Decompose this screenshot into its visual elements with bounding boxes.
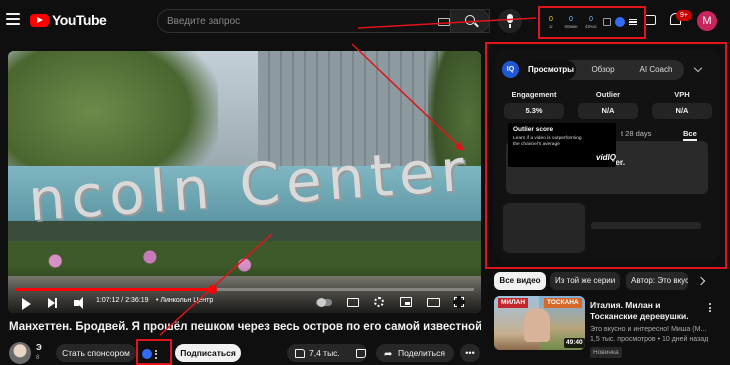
- more-actions-button[interactable]: •••: [460, 344, 480, 362]
- kebab-menu-icon[interactable]: [155, 349, 157, 359]
- tooltip-title: Outlier score: [513, 126, 554, 133]
- time-display: 1:07:12 / 2:36:19: [96, 297, 149, 304]
- period-all-tab[interactable]: Bce: [683, 129, 697, 141]
- channel-name[interactable]: Э: [36, 343, 42, 352]
- metric-value-vph: N/A: [652, 103, 712, 119]
- tab-views[interactable]: Просмотры: [526, 60, 576, 80]
- miniplayer-icon[interactable]: [400, 297, 412, 307]
- notifications-badge: 9+: [676, 10, 692, 21]
- vidiq-stat-label: 1г: [548, 23, 554, 29]
- subscribe-button[interactable]: Подписаться: [175, 344, 241, 362]
- search-box[interactable]: [157, 9, 490, 33]
- next-icon[interactable]: [48, 298, 57, 308]
- menu-icon[interactable]: [6, 13, 20, 25]
- recommendation-thumbnail[interactable]: МИЛАН ТОСКАНА 49:40: [494, 296, 585, 350]
- keyboard-icon[interactable]: [438, 18, 450, 26]
- metric-value-engagement: 5.3%: [504, 103, 564, 119]
- volume-icon[interactable]: [74, 297, 83, 309]
- chip-all-videos[interactable]: Все видео: [494, 272, 546, 290]
- tooltip-body: Learn if a video is outperforming the ch…: [513, 136, 582, 148]
- thumbs-up-icon: [295, 348, 305, 358]
- youtube-play-icon: [30, 13, 49, 27]
- vidiq-stat-label: 48час: [584, 23, 598, 29]
- metric-label-vph: VPH: [674, 90, 690, 99]
- recommendation-title[interactable]: Италия. Милан и Тосканские деревушки.: [590, 300, 702, 322]
- loading-skeleton-line: [591, 222, 701, 229]
- metric-label-engagement: Engagement: [511, 90, 557, 99]
- chevron-right-icon[interactable]: [696, 276, 706, 286]
- recommendation-stats: 1,5 тыс. просмотров • 10 дней назад: [590, 335, 708, 343]
- thumbnail-tag: МИЛАН: [498, 298, 529, 308]
- progress-bar[interactable]: [15, 285, 474, 294]
- vidiq-tool-icon[interactable]: [603, 18, 611, 26]
- vidiq-stat: 0 48час: [583, 15, 599, 30]
- autoplay-toggle[interactable]: [316, 298, 332, 307]
- fullscreen-icon[interactable]: [453, 296, 465, 308]
- period-selector[interactable]: t 28 days: [621, 129, 651, 138]
- video-title: Манхеттен. Бродвей. Я прошёл пешком чере…: [9, 321, 481, 333]
- vidiq-toolbar[interactable]: 0 1г 0 60мин 0 48час: [540, 8, 640, 36]
- chip-author[interactable]: Автор: Это вкус: [626, 272, 688, 290]
- outlier-tooltip: Outlier score Learn if a video is outper…: [508, 123, 616, 167]
- metric-value-outlier: N/A: [578, 103, 638, 119]
- vidiq-brand: vidIQ: [596, 153, 617, 162]
- vidiq-stat-label: 60мин: [564, 23, 578, 29]
- vidiq-panel-logo: IQ: [502, 61, 519, 78]
- tab-overview[interactable]: Обзор: [578, 60, 628, 80]
- chip-same-series[interactable]: Из той же серии: [550, 272, 620, 290]
- search-icon: [465, 15, 475, 25]
- youtube-logo[interactable]: YouTube: [30, 12, 107, 28]
- subtitles-icon[interactable]: [347, 298, 359, 307]
- account-avatar[interactable]: M: [697, 11, 717, 31]
- video-player[interactable]: ncoln Center 1:07:12 / 2:36:19 • Линколь…: [8, 51, 481, 313]
- like-count: 7,4 тыс.: [309, 348, 340, 358]
- chevron-down-icon[interactable]: [693, 63, 703, 73]
- vidiq-stat-value: 0: [549, 15, 553, 23]
- tab-ai-coach[interactable]: AI Coach: [630, 60, 682, 80]
- new-badge: Новинка: [590, 347, 622, 358]
- play-icon[interactable]: [22, 298, 31, 310]
- progress-fill: [15, 288, 213, 291]
- like-button[interactable]: 7,4 тыс.: [287, 344, 367, 362]
- sponsor-button[interactable]: Стать спонсором: [56, 344, 136, 362]
- recommendation-meta: Это вкусно и интересно! Миша (М... 1,5 т…: [590, 325, 708, 344]
- vidiq-stat: 0 60мин: [563, 15, 579, 30]
- vidiq-stat-value: 0: [589, 15, 593, 23]
- theater-mode-icon[interactable]: [427, 298, 440, 307]
- create-video-icon[interactable]: [644, 15, 656, 25]
- video-duration: 49:40: [564, 338, 585, 348]
- thumbnail-person: [524, 308, 550, 342]
- vidiq-menu-icon[interactable]: [629, 18, 637, 26]
- settings-gear-icon[interactable]: [374, 297, 384, 307]
- metric-label-outlier: Outlier: [595, 90, 621, 99]
- vidiq-logo-icon: [142, 349, 152, 359]
- channel-subscriber-count: 8: [36, 355, 40, 361]
- search-input[interactable]: [167, 14, 427, 29]
- voice-search-mic-icon[interactable]: [498, 9, 522, 33]
- loading-skeleton: [503, 203, 585, 253]
- vidiq-stat-value: 0: [569, 15, 573, 23]
- channel-avatar[interactable]: [9, 342, 31, 364]
- vidiq-inline-widget[interactable]: [142, 346, 166, 362]
- search-button[interactable]: [450, 9, 490, 33]
- vidiq-tab-bar: Просмотры Обзор AI Coach: [526, 60, 684, 80]
- share-label: Поделиться: [398, 348, 445, 358]
- vidiq-stat: 0 1г: [543, 15, 559, 30]
- recommendation-channel[interactable]: Это вкусно и интересно! Миша (М...: [590, 325, 708, 335]
- thumbnail-tag: ТОСКАНА: [544, 298, 582, 308]
- thumbs-down-icon[interactable]: [356, 349, 366, 358]
- vidiq-logo-icon[interactable]: [615, 17, 625, 27]
- logo-text: YouTube: [52, 12, 107, 28]
- chapter-title[interactable]: • Линкольн Центр: [156, 297, 213, 304]
- share-button[interactable]: Поделиться: [376, 344, 454, 364]
- kebab-menu-icon[interactable]: [709, 303, 711, 312]
